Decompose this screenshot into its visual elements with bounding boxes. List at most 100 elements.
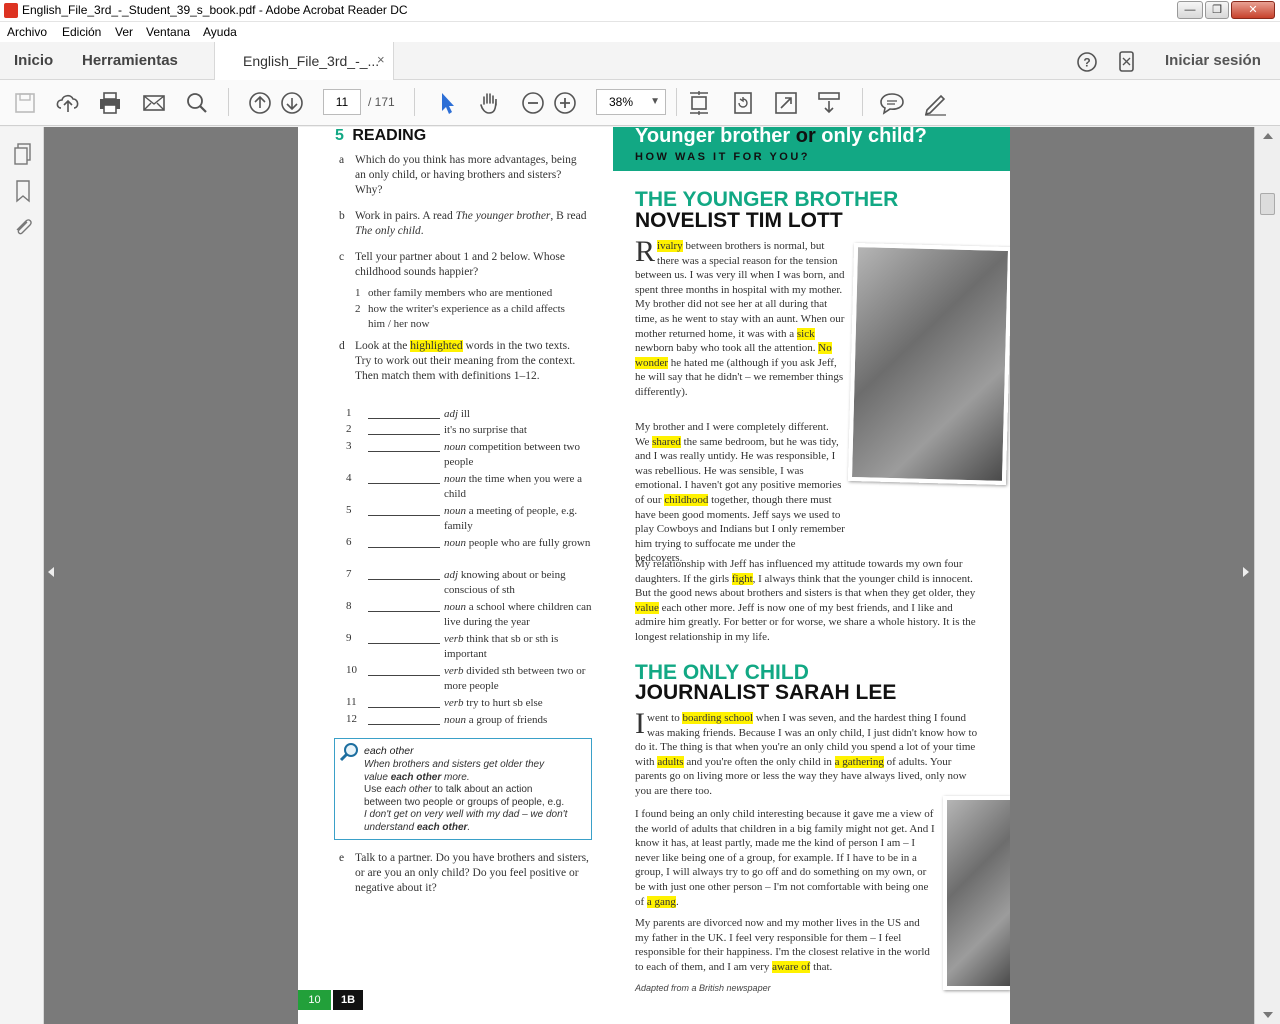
tab-herramientas[interactable]: Herramientas [82,52,178,69]
banner-subtitle: HOW WAS IT FOR YOU? [635,151,811,163]
comment-icon[interactable] [879,90,905,116]
toolbar: 11 / 171 38% ▼ [0,80,1280,126]
definition-text: noun competition between two people [444,440,594,470]
answer-blank [368,504,440,516]
question-c: c Tell your partner about 1 and 2 below.… [339,250,575,280]
page-number-input[interactable]: 11 [323,89,361,115]
page-thumbnails-icon[interactable] [12,142,34,166]
minimize-button[interactable]: — [1177,1,1203,19]
email-icon[interactable] [141,90,167,116]
rotate-icon[interactable] [730,90,756,116]
right-page-article: Younger brother or only child? HOW WAS I… [613,127,1010,1024]
save-icon[interactable] [12,90,38,116]
tip-title: each other [364,745,414,757]
definition-meaning: try to hurt sb else [466,697,543,709]
close-window-button[interactable]: ✕ [1231,1,1275,19]
zoom-in-icon[interactable] [552,90,578,116]
scroll-up-icon[interactable] [1263,133,1273,139]
window-title: English_File_3rd_-_Student_39_s_book.pdf… [22,3,408,17]
zoom-select[interactable]: 38% ▼ [596,89,666,115]
mobile-link-icon[interactable] [1118,51,1136,73]
scroll-thumb[interactable] [1260,193,1275,215]
zoom-out-icon[interactable] [520,90,546,116]
tab-bar: Inicio Herramientas English_File_3rd_-_.… [0,42,1280,80]
heading-novelist: NOVELIST TIM LOTT [635,209,843,232]
definition-text: noun a meeting of people, e.g. family [444,504,594,534]
signin-button[interactable]: Iniciar sesión [1165,52,1261,69]
attachment-icon[interactable] [12,215,34,239]
tab-inicio[interactable]: Inicio [14,52,53,69]
tip-line: understand [364,821,417,833]
menu-edicion[interactable]: Edición [62,25,101,39]
item-number: 1 [355,287,361,299]
article-paragraph-5: I found being an only child interesting … [635,807,935,909]
sign-icon[interactable] [922,90,948,116]
definition-text: adj ill [444,407,594,422]
answer-blank [368,423,440,435]
footer-page-number: 10 [298,990,331,1010]
drop-cap: R [635,235,656,268]
prev-page-icon[interactable] [247,90,273,116]
select-cursor-icon[interactable] [434,90,460,116]
article-paragraph-6: My parents are divorced now and my mothe… [635,916,935,974]
highlighted-word: ivalry [657,240,683,252]
photo-only-child [943,796,1010,990]
tip-line: to talk about an action [431,784,533,795]
fullscreen-icon[interactable] [773,90,799,116]
scroll-down-icon[interactable] [1263,1012,1273,1018]
definition-text: verb divided sth between two or more peo… [444,664,594,694]
expand-left-arrow-icon[interactable] [48,567,54,577]
tip-line: Use [364,784,385,795]
expand-right-arrow-icon[interactable] [1243,567,1249,577]
item-text: other family members who are mentioned [368,287,553,299]
definition-meaning: a school where children can live during … [444,601,592,628]
hand-icon[interactable] [477,90,503,116]
maximize-button[interactable]: ❐ [1205,1,1229,19]
close-tab-icon[interactable]: × [377,52,385,67]
question-d-text: Look at the [355,340,411,352]
title-bar: English_File_3rd_-_Student_39_s_book.pdf… [0,0,1280,22]
paragraph-text: I found being an only child interesting … [635,808,935,908]
definition-number: 1 [346,407,352,419]
section-title: READING [352,127,427,144]
part-of-speech: noun [444,714,466,726]
fit-page-icon[interactable] [686,90,712,116]
scroll-mode-icon[interactable] [816,90,842,116]
banner-title: Younger brother or only child? [635,127,927,148]
tab-document[interactable]: English_File_3rd_-_... × [214,42,394,80]
definition-number: 3 [346,440,352,452]
highlighted-word: a gang [646,895,676,908]
part-of-speech: noun [444,505,466,517]
answer-blank [368,696,440,708]
question-d: d Look at the highlighted words in the t… [339,339,580,384]
part-of-speech: adj [444,408,459,420]
menu-ver[interactable]: Ver [115,25,133,39]
menu-ventana[interactable]: Ventana [146,25,190,39]
paragraph-text: each other more. Jeff is now one of my b… [635,601,976,643]
vertical-scrollbar[interactable] [1254,127,1280,1024]
definition-text: noun a school where children can live du… [444,600,594,630]
menu-ayuda[interactable]: Ayuda [203,25,237,39]
bookmark-icon[interactable] [14,179,32,203]
section-number: 5 [335,127,344,144]
menu-archivo[interactable]: Archivo [7,25,47,39]
zoom-value: 38% [609,95,634,109]
definition-number: 11 [346,696,357,708]
chevron-down-icon: ▼ [650,96,660,107]
part-of-speech: verb [444,665,464,677]
search-icon[interactable] [184,90,210,116]
tip-bold: each other [390,771,442,783]
definition-number: 8 [346,600,352,612]
tip-line: . [467,821,471,833]
definition-number: 4 [346,472,352,484]
next-page-icon[interactable] [279,90,305,116]
paragraph-text: . [675,895,679,908]
definition-number: 2 [346,423,352,435]
tip-line: more. [441,771,470,783]
help-icon[interactable]: ? [1076,51,1098,73]
print-icon[interactable] [97,90,123,116]
tip-italic: each other [384,784,432,795]
part-of-speech: noun [444,441,466,453]
definition-meaning: knowing about or being conscious of sth [444,569,566,596]
upload-icon[interactable] [55,90,81,116]
